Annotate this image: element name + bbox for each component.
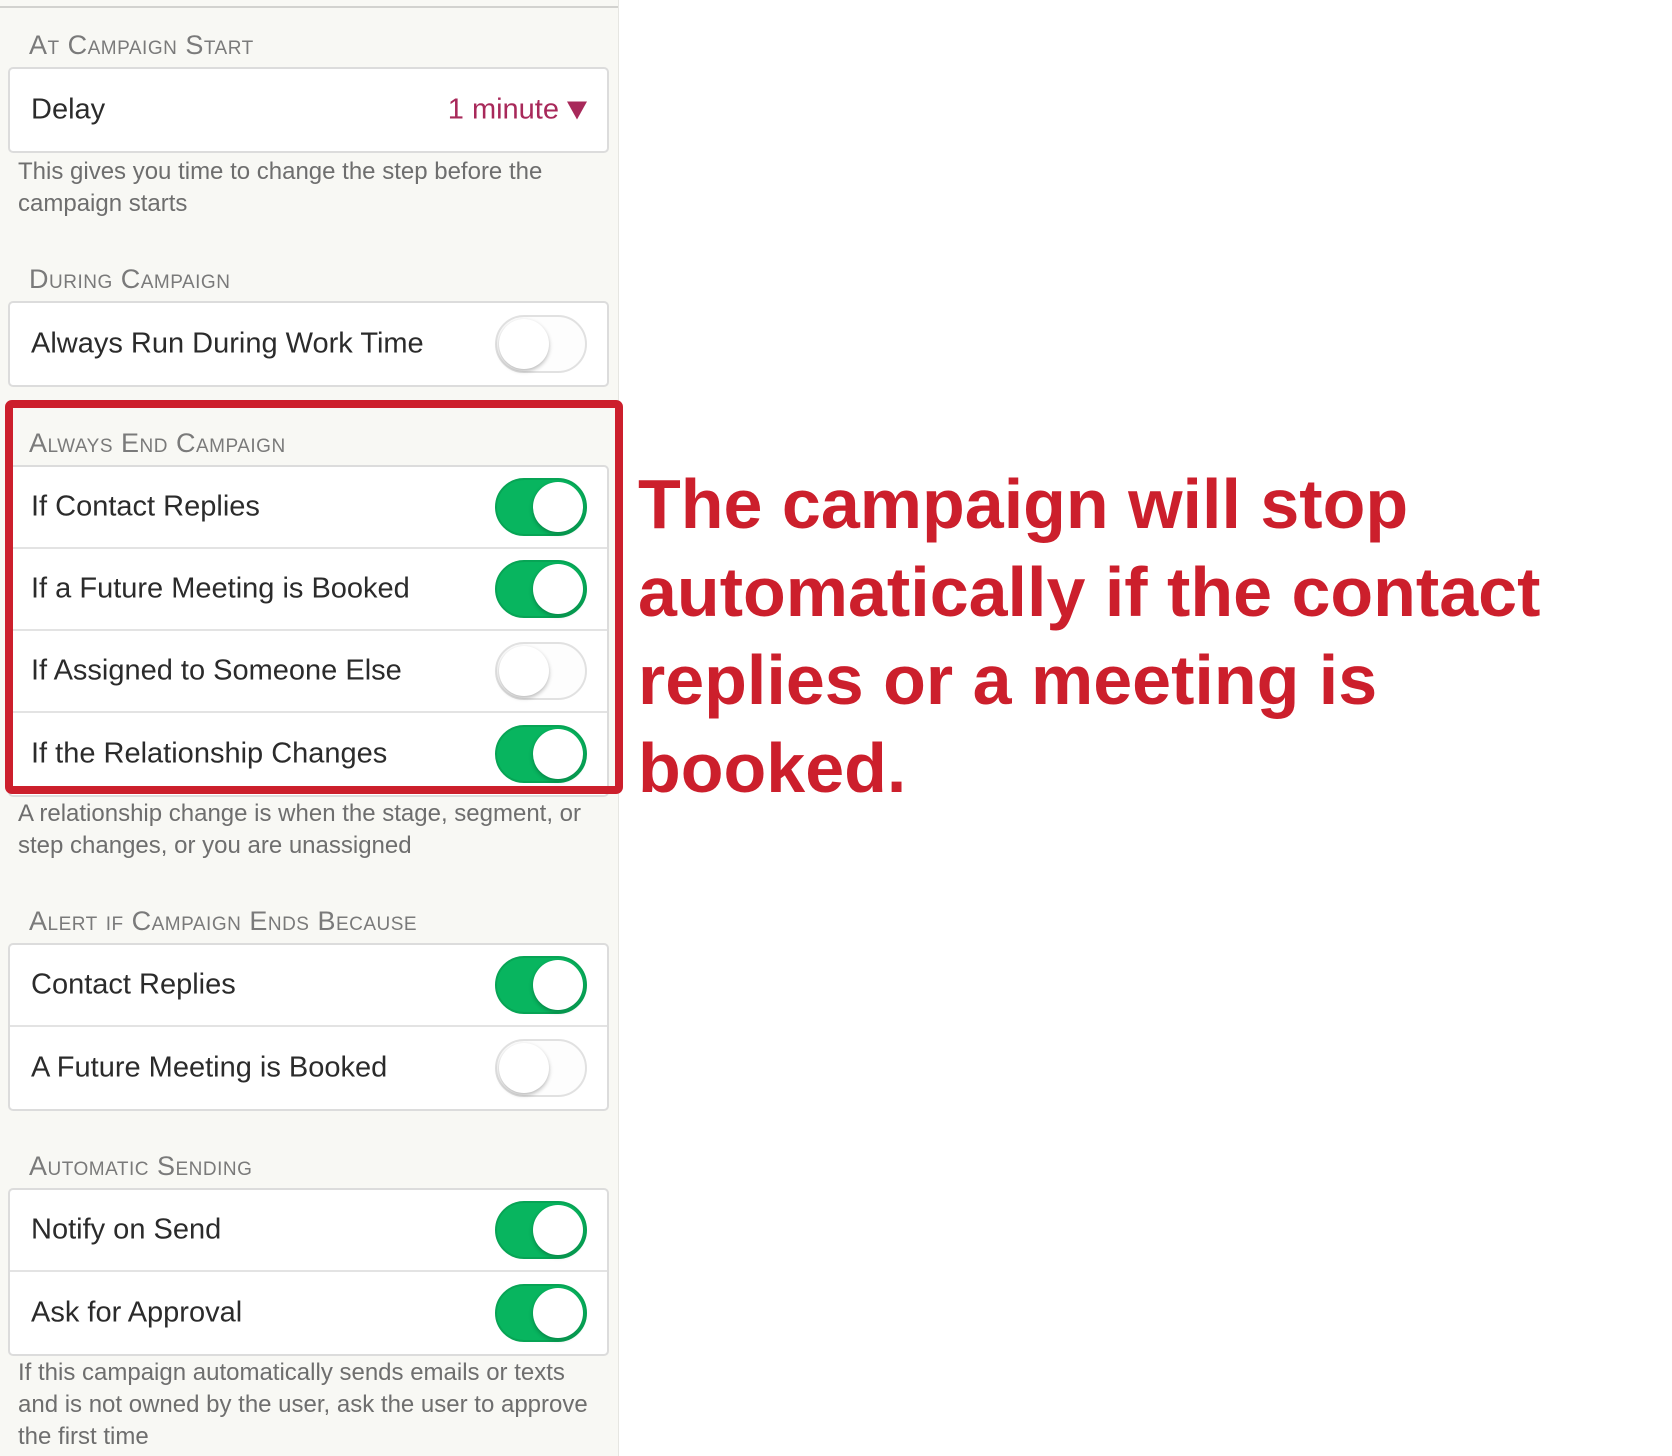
during-campaign-group: Always Run During Work Time xyxy=(8,301,609,387)
section-heading-automatic-sending: Automatic Sending xyxy=(29,1151,253,1181)
alert-group: Contact Replies A Future Meeting is Book… xyxy=(8,943,609,1111)
caret-down-icon xyxy=(567,101,587,120)
settings-row: A Future Meeting is Booked xyxy=(10,1027,607,1109)
section-heading-alert: Alert if Campaign Ends Because xyxy=(29,906,418,936)
toggle-switch[interactable] xyxy=(495,1201,587,1259)
settings-row: Notify on Send xyxy=(10,1190,607,1272)
automatic-sending-group: Notify on Send Ask for Approval xyxy=(8,1188,609,1356)
annotation-callout-text: The campaign will stop automatically if … xyxy=(638,465,1541,807)
delay-help-text: This gives you time to change the step b… xyxy=(18,158,543,217)
relationship-help-text: A relationship change is when the stage,… xyxy=(18,800,582,859)
toggle-switch[interactable] xyxy=(495,1284,587,1342)
toggle-switch[interactable] xyxy=(495,956,587,1014)
section-heading-campaign-start: At Campaign Start xyxy=(29,30,254,60)
delay-row[interactable]: Delay 1 minute xyxy=(10,69,607,151)
annotation-highlight-box xyxy=(5,400,623,794)
delay-select[interactable]: 1 minute xyxy=(448,94,587,127)
delay-value: 1 minute xyxy=(447,93,559,126)
toggle-knob xyxy=(533,960,583,1010)
settings-row: Ask for Approval xyxy=(10,1272,607,1354)
top-divider xyxy=(0,6,618,8)
toggle-row-label: Notify on Send xyxy=(31,1213,222,1246)
toggle-row-label: Always Run During Work Time xyxy=(31,327,424,360)
approval-help-text: If this campaign automatically sends ema… xyxy=(18,1359,588,1450)
toggle-knob xyxy=(533,1205,583,1255)
delay-group: Delay 1 minute xyxy=(8,67,609,153)
toggle-row-label: A Future Meeting is Booked xyxy=(31,1051,388,1084)
toggle-row-label: Ask for Approval xyxy=(31,1296,243,1329)
toggle-switch[interactable] xyxy=(495,1039,587,1097)
toggle-knob xyxy=(499,1043,549,1093)
toggle-knob xyxy=(499,319,549,369)
toggle-knob xyxy=(533,1288,583,1338)
toggle-switch[interactable] xyxy=(495,315,587,373)
settings-row: Contact Replies xyxy=(10,945,607,1027)
section-heading-during-campaign: During Campaign xyxy=(29,264,231,294)
settings-row: Always Run During Work Time xyxy=(10,303,607,385)
delay-label: Delay xyxy=(31,93,106,126)
toggle-row-label: Contact Replies xyxy=(31,968,236,1001)
